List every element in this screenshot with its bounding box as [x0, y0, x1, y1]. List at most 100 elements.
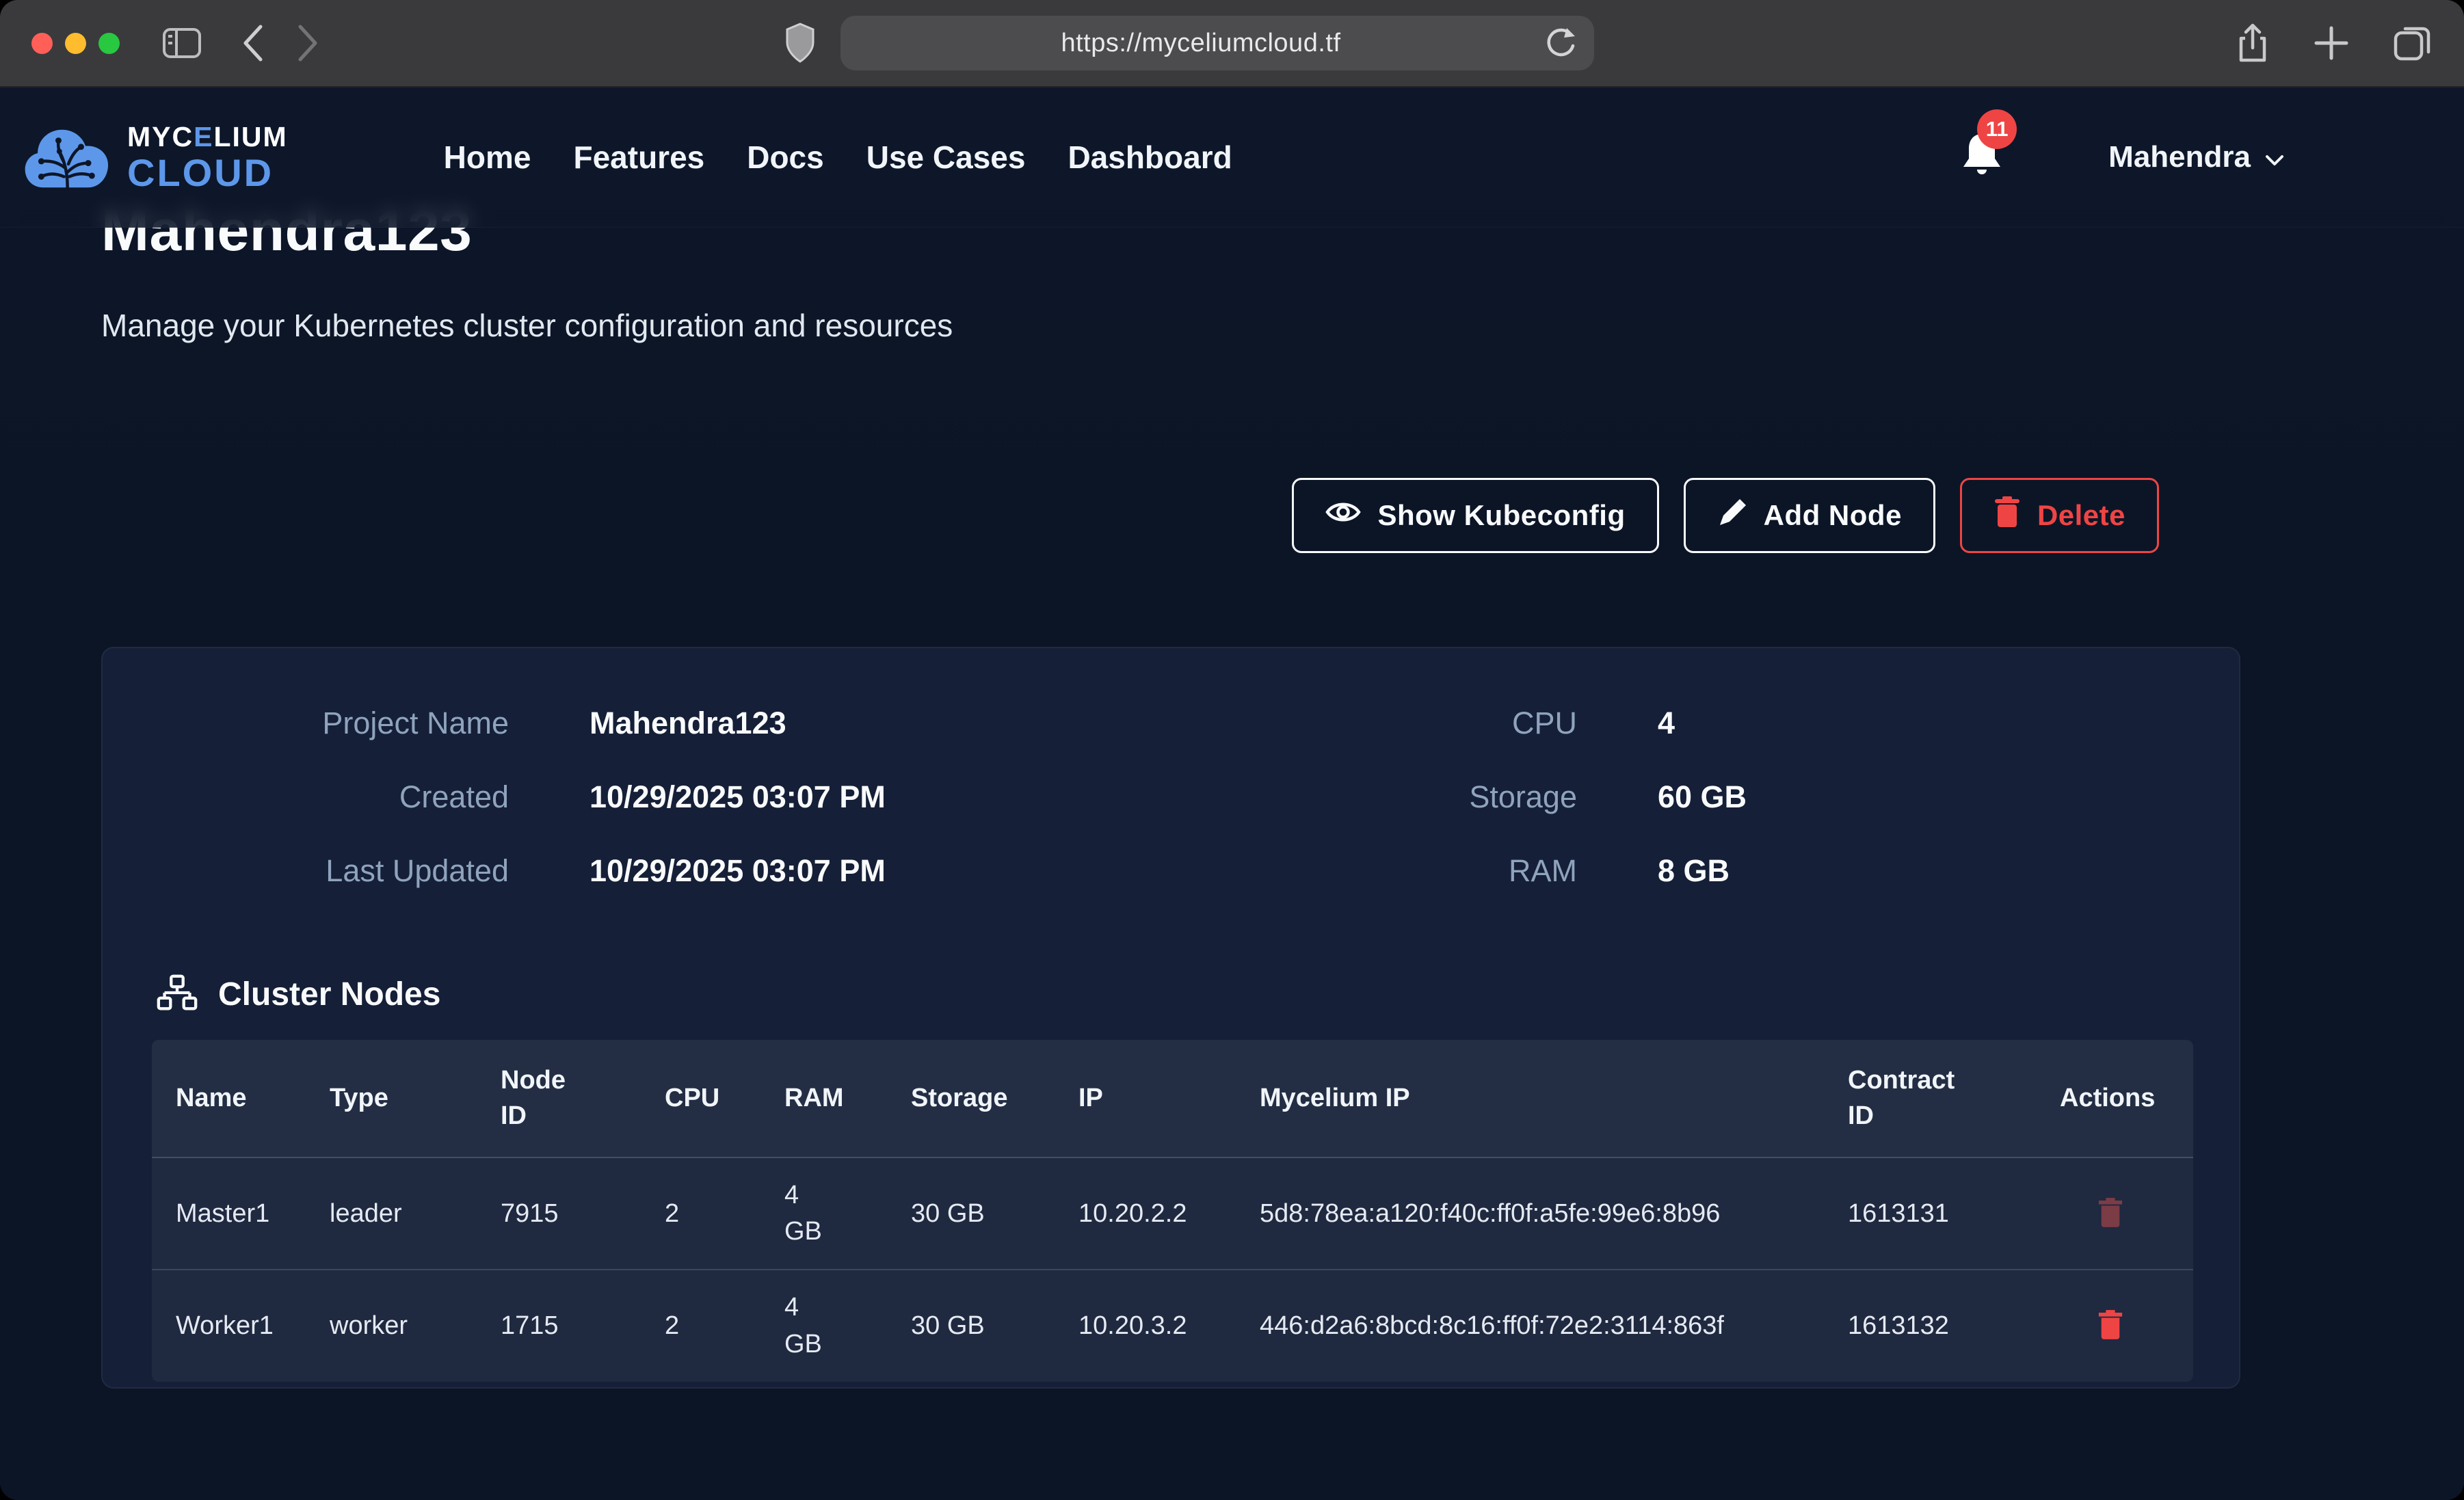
project-name-value: Mahendra123	[589, 706, 1171, 741]
cell-contract-id: 1613131	[1848, 1157, 2060, 1270]
bell-icon	[1959, 172, 2004, 183]
nav-link-home[interactable]: Home	[444, 139, 531, 176]
url-bar[interactable]: https://myceliumcloud.tf	[840, 16, 1594, 70]
url-text[interactable]: https://myceliumcloud.tf	[858, 29, 1544, 58]
page-subtitle: Manage your Kubernetes cluster configura…	[101, 307, 2464, 344]
col-ip: IP	[1078, 1040, 1260, 1157]
cell-cpu: 2	[665, 1157, 784, 1270]
cell-ip: 10.20.2.2	[1078, 1157, 1260, 1270]
delete-node-button[interactable]	[2060, 1309, 2123, 1343]
eye-icon	[1325, 498, 1361, 533]
user-name: Mahendra	[2108, 140, 2251, 174]
sidebar-toggle-icon[interactable]	[162, 27, 202, 59]
delete-cluster-button[interactable]: Delete	[1960, 478, 2159, 553]
browser-window: https://myceliumcloud.tf Mahendra123 Man…	[0, 0, 2464, 1500]
cpu-label: CPU	[1269, 706, 1577, 741]
add-node-button[interactable]: Add Node	[1684, 478, 1935, 553]
forward-icon[interactable]	[296, 24, 319, 62]
cell-contract-id: 1613132	[1848, 1270, 2060, 1381]
cell-actions	[2060, 1157, 2193, 1270]
node-row-master1: Master1 leader 7915 2 4 GB 30 GB 10.20.2…	[152, 1157, 2193, 1270]
cell-type: leader	[330, 1157, 501, 1270]
storage-value: 60 GB	[1658, 779, 2239, 815]
col-name: Name	[152, 1040, 330, 1157]
reload-icon[interactable]	[1544, 25, 1576, 61]
cluster-nodes-heading: Cluster Nodes	[155, 974, 2239, 1015]
site-navbar: MYCELIUM CLOUD Home Features Docs Use Ca…	[0, 88, 2464, 228]
col-ram: RAM	[784, 1040, 911, 1157]
cell-mycelium-ip: 446:d2a6:8bcd:8c16:ff0f:72e2:3114:863f	[1260, 1270, 1848, 1381]
cloud-logo-icon	[23, 120, 114, 195]
user-menu[interactable]: Mahendra	[2108, 140, 2285, 174]
nav-link-use-cases[interactable]: Use Cases	[866, 139, 1026, 176]
col-actions: Actions	[2060, 1040, 2193, 1157]
col-contract-id: Contract ID	[1848, 1040, 2060, 1157]
minimize-window-button[interactable]	[65, 33, 86, 54]
mycelium-cloud-logo[interactable]: MYCELIUM CLOUD	[23, 120, 288, 195]
tab-overview-icon[interactable]	[2393, 23, 2433, 63]
logo-wordmark: MYCELIUM CLOUD	[127, 123, 288, 192]
close-window-button[interactable]	[31, 33, 53, 54]
chevron-down-icon	[2264, 140, 2285, 174]
created-label: Created	[201, 779, 509, 815]
share-icon[interactable]	[2236, 22, 2270, 64]
last-updated-label: Last Updated	[201, 853, 509, 889]
delete-label: Delete	[2037, 499, 2125, 532]
cluster-actions: Show Kubeconfig Add Node Delete	[101, 478, 2159, 553]
traffic-lights	[31, 33, 120, 54]
cell-ram: 4 GB	[784, 1270, 911, 1381]
cell-name: Master1	[152, 1157, 330, 1270]
project-name-label: Project Name	[201, 706, 509, 741]
network-icon	[155, 974, 199, 1015]
cell-mycelium-ip: 5d8:78ea:a120:f40c:ff0f:a5fe:99e6:8b96	[1260, 1157, 1848, 1270]
main-content: Mahendra123 Manage your Kubernetes clust…	[0, 199, 2464, 1389]
delete-node-button-disabled[interactable]	[2060, 1197, 2123, 1231]
notifications-bell[interactable]: 11	[1959, 130, 2007, 185]
nav-link-docs[interactable]: Docs	[747, 139, 823, 176]
cell-node-id: 1715	[501, 1270, 665, 1381]
trash-icon	[1993, 496, 2021, 535]
cluster-info-right: CPU 4 Storage 60 GB RAM 8 GB	[1171, 703, 2239, 924]
cluster-info-left: Project Name Mahendra123 Created 10/29/202…	[103, 703, 1171, 924]
nav-links: Home Features Docs Use Cases Dashboard	[444, 139, 1232, 176]
cluster-nodes-title: Cluster Nodes	[218, 976, 440, 1013]
cell-storage: 30 GB	[911, 1157, 1078, 1270]
new-tab-icon[interactable]	[2314, 25, 2349, 61]
cell-actions	[2060, 1270, 2193, 1381]
cell-cpu: 2	[665, 1270, 784, 1381]
chrome-right-icons	[2236, 22, 2433, 64]
cluster-info-grid: Project Name Mahendra123 Created 10/29/202…	[103, 648, 2239, 924]
col-node-id: Node ID	[501, 1040, 665, 1157]
nav-link-dashboard[interactable]: Dashboard	[1068, 139, 1232, 176]
cell-type: worker	[330, 1270, 501, 1381]
storage-label: Storage	[1269, 779, 1577, 815]
col-mycelium-ip: Mycelium IP	[1260, 1040, 1848, 1157]
cell-name: Worker1	[152, 1270, 330, 1381]
created-value: 10/29/2025 03:07 PM	[589, 779, 1171, 815]
cell-node-id: 7915	[501, 1157, 665, 1270]
nav-link-features[interactable]: Features	[573, 139, 704, 176]
browser-chrome: https://myceliumcloud.tf	[0, 0, 2464, 88]
show-kubeconfig-button[interactable]: Show Kubeconfig	[1292, 478, 1658, 553]
notification-badge: 11	[1977, 109, 2017, 149]
cell-ip: 10.20.3.2	[1078, 1270, 1260, 1381]
shield-icon[interactable]	[784, 22, 816, 64]
cluster-details-card: Project Name Mahendra123 Created 10/29/202…	[101, 647, 2240, 1389]
zoom-window-button[interactable]	[98, 33, 120, 54]
ram-value: 8 GB	[1658, 853, 2239, 889]
col-type: Type	[330, 1040, 501, 1157]
col-storage: Storage	[911, 1040, 1078, 1157]
nodes-table: Name Type Node ID CPU RAM Storage IP Myc…	[152, 1040, 2193, 1381]
back-icon[interactable]	[241, 24, 265, 62]
node-row-worker1: Worker1 worker 1715 2 4 GB 30 GB 10.20.3…	[152, 1270, 2193, 1381]
col-cpu: CPU	[665, 1040, 784, 1157]
cpu-value: 4	[1658, 706, 2239, 741]
add-node-label: Add Node	[1764, 499, 1902, 532]
pencil-icon	[1717, 496, 1747, 535]
ram-label: RAM	[1269, 853, 1577, 889]
cell-ram: 4 GB	[784, 1157, 911, 1270]
cell-storage: 30 GB	[911, 1270, 1078, 1381]
nodes-table-header-row: Name Type Node ID CPU RAM Storage IP Myc…	[152, 1040, 2193, 1157]
show-kubeconfig-label: Show Kubeconfig	[1377, 499, 1625, 532]
web-page: Mahendra123 Manage your Kubernetes clust…	[0, 88, 2464, 1500]
